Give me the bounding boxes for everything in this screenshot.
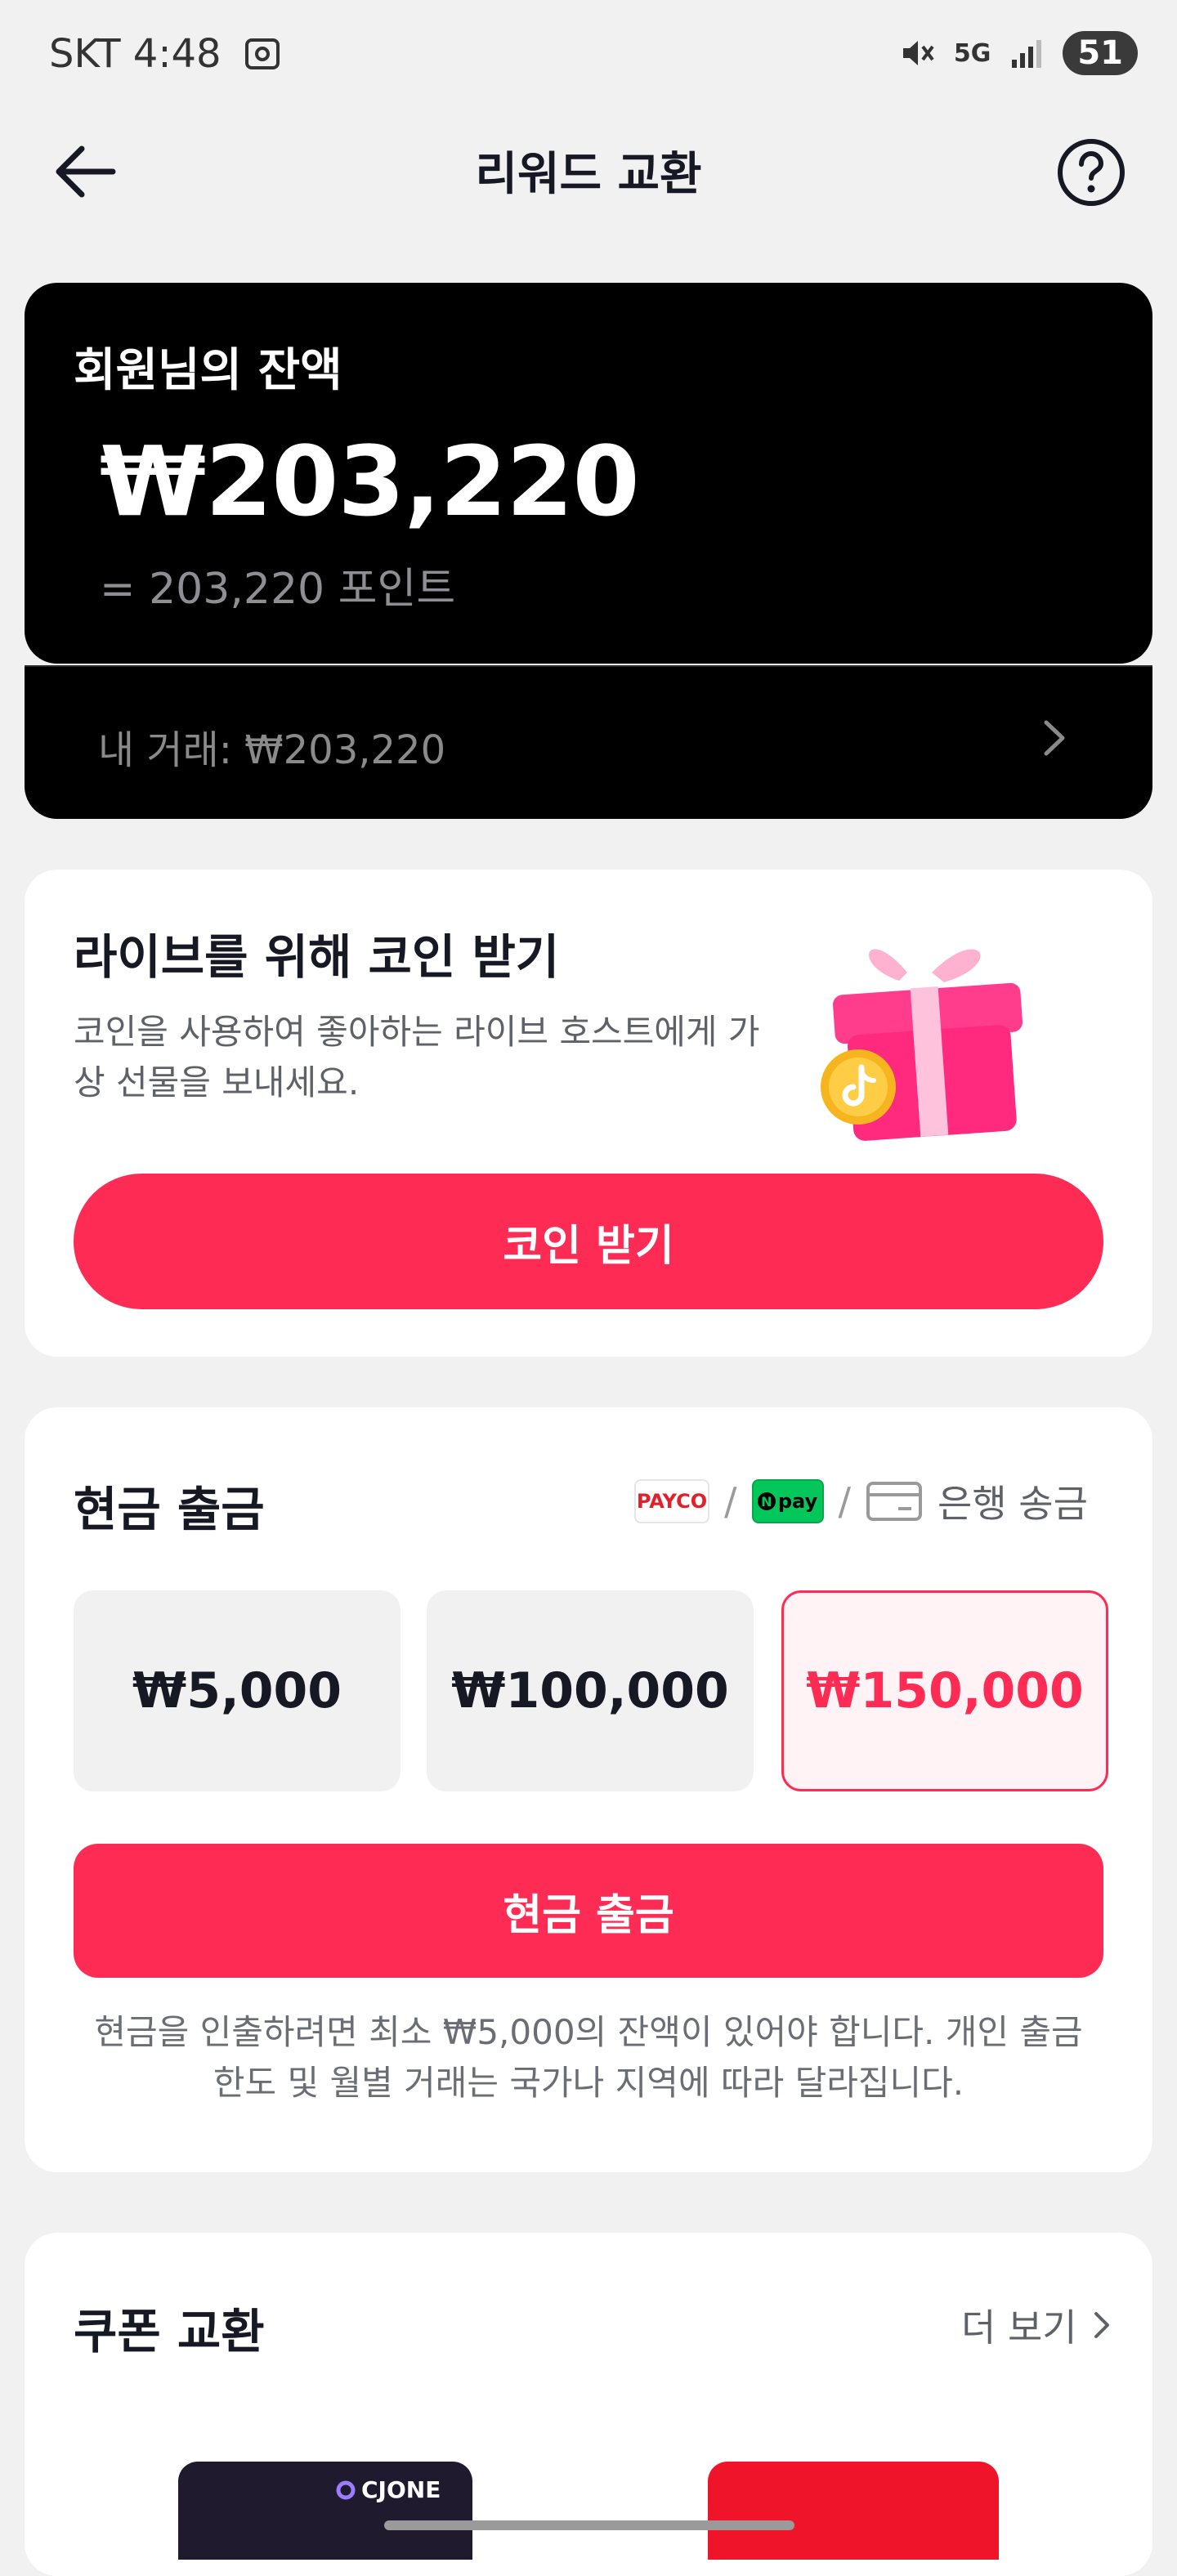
card-icon: [866, 1482, 922, 1521]
npay-logo: N pay: [751, 1479, 824, 1523]
amount-option-150000-selected[interactable]: ₩150,000: [781, 1590, 1108, 1791]
coupon-title: 쿠폰 교환: [74, 2304, 265, 2359]
balance-label: 회원님의 잔액: [74, 344, 342, 397]
chevron-right-icon: [1094, 2312, 1109, 2338]
balance-points: = 203,220 포인트: [100, 565, 456, 614]
withdraw-cash-button[interactable]: 현금 출금: [74, 1844, 1103, 1978]
npay-n-icon: N: [757, 1492, 776, 1510]
screenshot-icon: [244, 38, 280, 69]
status-left: SKT 4:48: [49, 31, 280, 77]
help-button[interactable]: [1056, 137, 1126, 208]
balance-amount: ₩203,220: [100, 425, 640, 538]
payco-logo: PAYCO: [634, 1479, 709, 1523]
gift-coin-icon: [821, 949, 1023, 1141]
question-icon: [1058, 139, 1125, 206]
page-title: 리워드 교환: [475, 148, 702, 201]
get-coins-button[interactable]: 코인 받기: [74, 1174, 1103, 1309]
status-right: 5G 51: [900, 31, 1138, 75]
coupon-thumb-red[interactable]: [708, 2462, 999, 2560]
amount-option-5000[interactable]: ₩5,000: [74, 1590, 401, 1791]
cjone-ring-icon: [336, 2480, 356, 2499]
battery-badge: 51: [1063, 31, 1138, 75]
carrier-time: SKT 4:48: [49, 31, 222, 77]
status-bar: SKT 4:48 5G 51: [0, 0, 1177, 114]
npay-label: pay: [777, 1490, 818, 1513]
amount-option-100000[interactable]: ₩100,000: [427, 1590, 754, 1791]
coin-title: 라이브를 위해 코인 받기: [74, 929, 560, 985]
mute-icon: [902, 41, 934, 65]
transactions-label: 내 거래: ₩203,220: [98, 727, 446, 773]
divider-slash: /: [724, 1479, 737, 1523]
home-indicator[interactable]: [384, 2520, 794, 2530]
cash-title: 현금 출금: [74, 1482, 265, 1537]
see-more-link[interactable]: 더 보기: [961, 2298, 1112, 2352]
payment-methods: PAYCO / N pay / 은행 송금: [634, 1474, 1088, 1528]
withdraw-note: 현금을 인출하려면 최소 ₩5,000의 잔액이 있어야 합니다. 개인 출금 …: [94, 2012, 1083, 2103]
bank-transfer-label: 은행 송금: [938, 1482, 1088, 1526]
cjone-label: CJONE: [361, 2476, 441, 2503]
see-more-label: 더 보기: [961, 2305, 1077, 2350]
cjone-logo: CJONE: [335, 2476, 441, 2503]
chevron-right-icon: [1044, 720, 1065, 756]
network-label: 5G: [953, 38, 991, 68]
divider-slash: /: [838, 1479, 852, 1523]
signal-icon: [1012, 40, 1042, 68]
coin-description: 코인을 사용하여 좋아하는 라이브 호스트에게 가상 선물을 보내세요.: [74, 1012, 760, 1102]
